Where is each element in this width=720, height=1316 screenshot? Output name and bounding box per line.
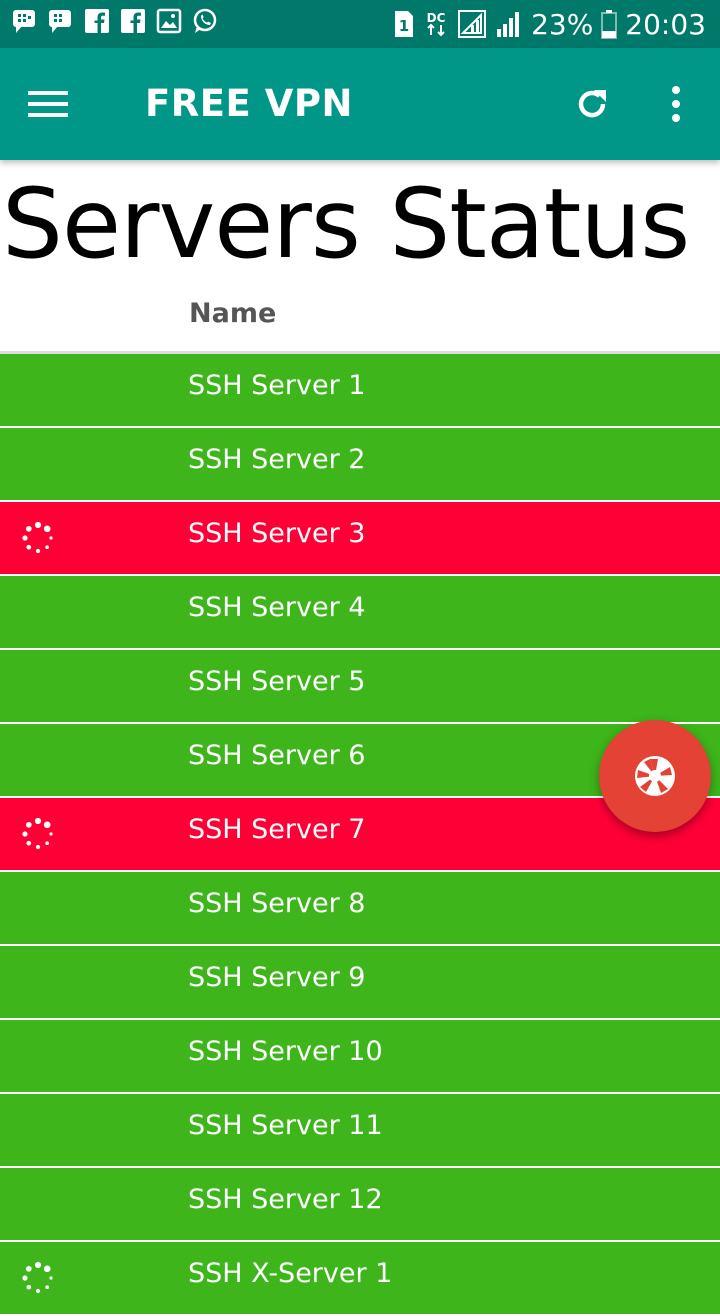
server-row[interactable]: SSH Server 5: [0, 650, 720, 722]
server-name: SSH Server 8: [188, 888, 366, 919]
server-row[interactable]: SSH X-Server 1: [0, 1242, 720, 1314]
sim-icon: 1: [395, 11, 414, 37]
server-list: SSH Server 1 SSH Server 2 SSH Server 3 SSH …: [0, 354, 720, 1316]
server-row[interactable]: SSH Server 10: [0, 1020, 720, 1092]
battery-icon: [601, 10, 618, 39]
loading-spinner-icon: [22, 1261, 53, 1294]
app-bar: FREE VPN: [0, 48, 720, 160]
bbm-icon: [49, 10, 71, 33]
server-name: SSH Server 9: [188, 962, 366, 993]
system-indicators: 1 DC 23% 20:03: [393, 4, 706, 44]
bbm-icon: [13, 10, 35, 33]
server-name: SSH Server 7: [188, 814, 366, 845]
more-vert-icon[interactable]: [660, 84, 692, 124]
data-transfer-icon: DC: [427, 11, 446, 37]
facebook-icon: [85, 9, 109, 33]
server-row[interactable]: SSH Server 1: [0, 354, 720, 426]
server-row[interactable]: SSH Server 3: [0, 502, 720, 574]
gallery-icon: [156, 8, 182, 34]
notification-icons: [12, 8, 218, 34]
signal-icon: [458, 10, 487, 38]
server-row[interactable]: SSH Server 8: [0, 872, 720, 944]
column-header-name: Name: [189, 298, 277, 329]
loading-spinner-icon: [22, 521, 53, 554]
status-bar: 1 DC 23% 20:03: [0, 0, 720, 48]
server-row[interactable]: SSH Server 2: [0, 428, 720, 500]
battery-percent: 23%: [531, 7, 594, 41]
clock: 20:03: [625, 7, 706, 41]
server-name: SSH Server 3: [188, 518, 366, 549]
server-name: SSH Server 6: [188, 740, 366, 771]
server-name: SSH Server 2: [188, 444, 366, 475]
network-label: DC: [427, 11, 446, 25]
server-name: SSH X-Server 1: [188, 1258, 393, 1289]
server-name: SSH Server 11: [188, 1110, 383, 1141]
facebook-icon: [121, 9, 145, 33]
server-name: SSH Server 12: [188, 1184, 383, 1215]
camera-aperture-icon: [635, 756, 675, 796]
server-row[interactable]: SSH Server 4: [0, 576, 720, 648]
cellular-signal-icon: [497, 12, 520, 37]
app-title: FREE VPN: [145, 82, 353, 125]
fab-button[interactable]: [599, 720, 711, 832]
sim-label: 1: [399, 17, 409, 35]
server-name: SSH Server 4: [188, 592, 366, 623]
whatsapp-icon: [193, 8, 217, 33]
server-row[interactable]: SSH Server 12: [0, 1168, 720, 1240]
server-name: SSH Server 10: [188, 1036, 383, 1067]
loading-spinner-icon: [22, 817, 53, 850]
server-name: SSH Server 1: [188, 370, 366, 401]
server-row[interactable]: SSH Server 11: [0, 1094, 720, 1166]
page-title: Servers Status: [2, 168, 690, 280]
server-name: SSH Server 5: [188, 666, 366, 697]
server-row[interactable]: SSH Server 9: [0, 946, 720, 1018]
hamburger-icon[interactable]: [28, 88, 68, 120]
refresh-icon[interactable]: [572, 84, 612, 124]
